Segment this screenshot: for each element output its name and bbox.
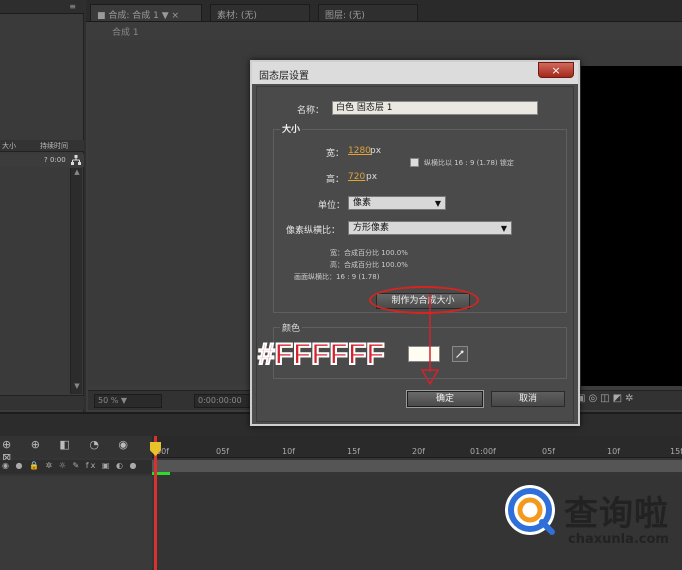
- ruler-tick: 05f: [216, 447, 229, 456]
- tab-layer[interactable]: 图层: (无): [318, 4, 418, 21]
- size-group: 大小 宽： 1280 px 高： 720 px 纵横比以 16 : 9 (1.7…: [273, 122, 567, 314]
- units-label: 单位：: [318, 201, 346, 211]
- comp-breadcrumb[interactable]: 合成 1: [112, 25, 139, 38]
- ruler-tick: 15f: [670, 447, 682, 456]
- watermark: 查询啦 chaxunla.com: [502, 478, 682, 568]
- eyedropper-icon[interactable]: [452, 346, 468, 362]
- height-unit: px: [366, 172, 378, 182]
- search-logo-icon: [505, 485, 555, 535]
- hex-color-annotation: #FFFFFF: [257, 337, 386, 372]
- layer-list[interactable]: [0, 476, 152, 570]
- project-row[interactable]: ? 0:00: [0, 154, 84, 167]
- lock-aspect-label[interactable]: 纵横比以 16 : 9 (1.78) 锁定: [424, 158, 514, 168]
- dialog-titlebar[interactable]: 固态层设置 ×: [252, 62, 578, 84]
- ruler-tick: 05f: [542, 447, 555, 456]
- composition-canvas[interactable]: [581, 66, 682, 386]
- cancel-button[interactable]: 取消: [491, 391, 565, 407]
- width-value[interactable]: 1280: [348, 146, 371, 156]
- project-scrollbar[interactable]: ▲ ▼: [70, 168, 82, 394]
- units-select[interactable]: 像素 ▼: [348, 196, 446, 210]
- color-group-title: 颜色: [280, 321, 303, 334]
- project-footer: [0, 395, 84, 410]
- info-height-percent: 高：合成百分比 100.0%: [330, 261, 408, 269]
- scroll-up-icon[interactable]: ▲: [71, 168, 83, 178]
- row-duration-value: ? 0:00: [44, 156, 66, 164]
- ruler-tick: 10f: [282, 447, 295, 456]
- project-panel: ≡ 大小 持续时间 ? 0:00 ▲ ▼: [0, 0, 84, 412]
- ruler-tick: 20f: [412, 447, 425, 456]
- project-panel-header: ≡: [0, 0, 84, 14]
- zoom-select[interactable]: 50 % ▼: [94, 394, 162, 408]
- tab-composition[interactable]: ■ 合成: 合成 1 ▼ ×: [90, 4, 202, 21]
- watermark-brand: 查询啦: [564, 494, 669, 534]
- chevron-down-icon: ▼: [434, 199, 441, 208]
- ruler-tick: 15f: [347, 447, 360, 456]
- tab-footage[interactable]: 素材: (无): [210, 4, 310, 21]
- ruler-tick: 01:00f: [470, 447, 496, 456]
- width-unit: px: [370, 146, 382, 156]
- current-time-field[interactable]: 0:00:00:00: [194, 394, 254, 408]
- width-label: 宽：: [326, 149, 345, 159]
- pixel-aspect-value: 方形像素: [353, 223, 390, 233]
- column-size[interactable]: 大小: [2, 141, 16, 151]
- size-group-title: 大小: [280, 122, 303, 135]
- work-area-bar[interactable]: [152, 460, 682, 472]
- layer-switch-icons[interactable]: ◉ ● 🔒 ✲ ☼ ✎ fx ▣ ◐ ●: [0, 460, 152, 474]
- close-button[interactable]: ×: [538, 62, 574, 78]
- ruler-tick: 10f: [607, 447, 620, 456]
- ok-button[interactable]: 确定: [406, 390, 484, 408]
- info-frame-aspect: 画面纵横比：16 : 9 (1.78): [294, 273, 380, 281]
- timeline-tools[interactable]: ⊕ ⊕ ◧ ◔ ◉ ⊠: [0, 436, 152, 464]
- chevron-down-icon: ▼: [500, 224, 507, 233]
- pixel-aspect-select[interactable]: 方形像素 ▼: [348, 221, 512, 235]
- pixel-aspect-label: 像素纵横比：: [286, 226, 341, 236]
- time-ruler[interactable]: 00f 05f 10f 15f 20f 01:00f 05f 10f 15f: [152, 436, 682, 458]
- height-value[interactable]: 720: [348, 172, 365, 182]
- scroll-down-icon[interactable]: ▼: [71, 382, 83, 392]
- dialog-title: 固态层设置: [259, 71, 309, 82]
- viewer-tabbar: ■ 合成: 合成 1 ▼ × 素材: (无) 图层: (无): [86, 0, 682, 22]
- viewer-toggle-icons[interactable]: ▣◎◫◩✲: [576, 393, 680, 409]
- watermark-url: chaxunla.com: [568, 532, 669, 547]
- name-label: 名称：: [297, 106, 325, 116]
- panel-menu-icon[interactable]: ≡: [69, 2, 76, 11]
- flowchart-icon[interactable]: [71, 155, 81, 165]
- playhead-line[interactable]: [154, 436, 157, 570]
- annotation-arrow-icon: [420, 294, 440, 386]
- project-column-header: 大小 持续时间: [0, 140, 84, 152]
- info-width-percent: 宽：合成百分比 100.0%: [330, 249, 408, 257]
- name-input[interactable]: 白色 固态层 1: [332, 101, 538, 115]
- units-value: 像素: [353, 198, 372, 208]
- lock-aspect-checkbox[interactable]: [410, 158, 419, 167]
- column-duration[interactable]: 持续时间: [40, 141, 68, 151]
- height-label: 高：: [326, 175, 345, 185]
